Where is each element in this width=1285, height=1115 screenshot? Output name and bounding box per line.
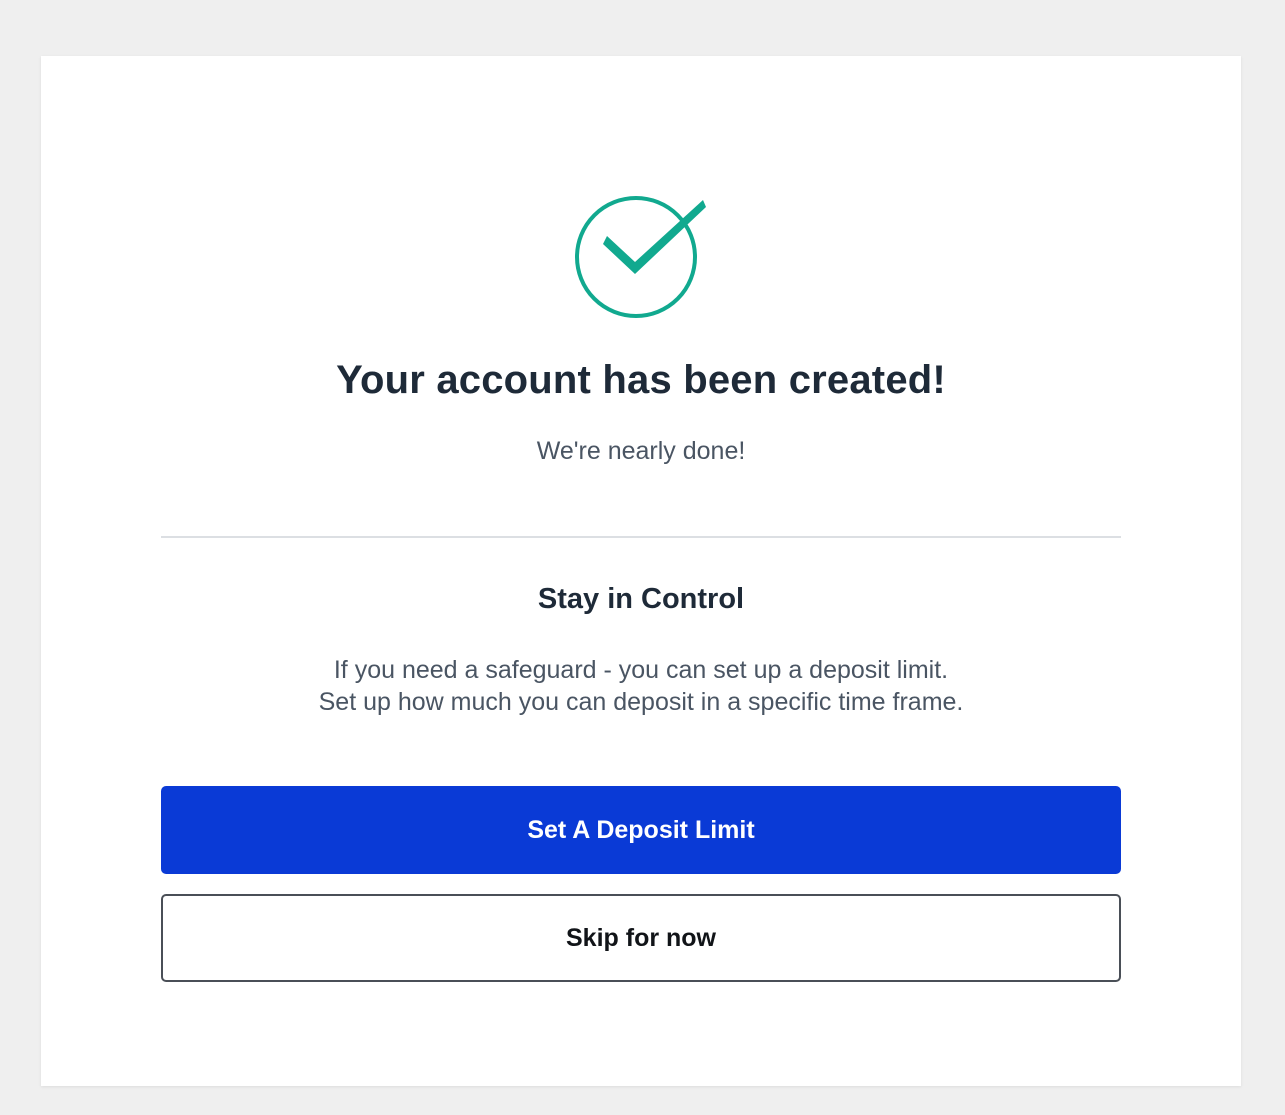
description-line: If you need a safeguard - you can set up… xyxy=(333,656,949,684)
page-subtitle: We're nearly done! xyxy=(536,437,746,465)
skip-for-now-button[interactable]: Skip for now xyxy=(161,894,1121,982)
section-divider xyxy=(161,536,1121,538)
page-title: Your account has been created! xyxy=(336,358,946,402)
deposit-limit-description: If you need a safeguard - you can set up… xyxy=(41,654,1241,718)
description-line: Set up how much you can deposit in a spe… xyxy=(318,688,964,716)
set-deposit-limit-button[interactable]: Set A Deposit Limit xyxy=(161,786,1121,874)
check-circle-icon xyxy=(575,196,707,320)
stay-in-control-heading: Stay in Control xyxy=(537,583,745,615)
account-created-card: Your account has been created! We're nea… xyxy=(41,56,1241,1086)
